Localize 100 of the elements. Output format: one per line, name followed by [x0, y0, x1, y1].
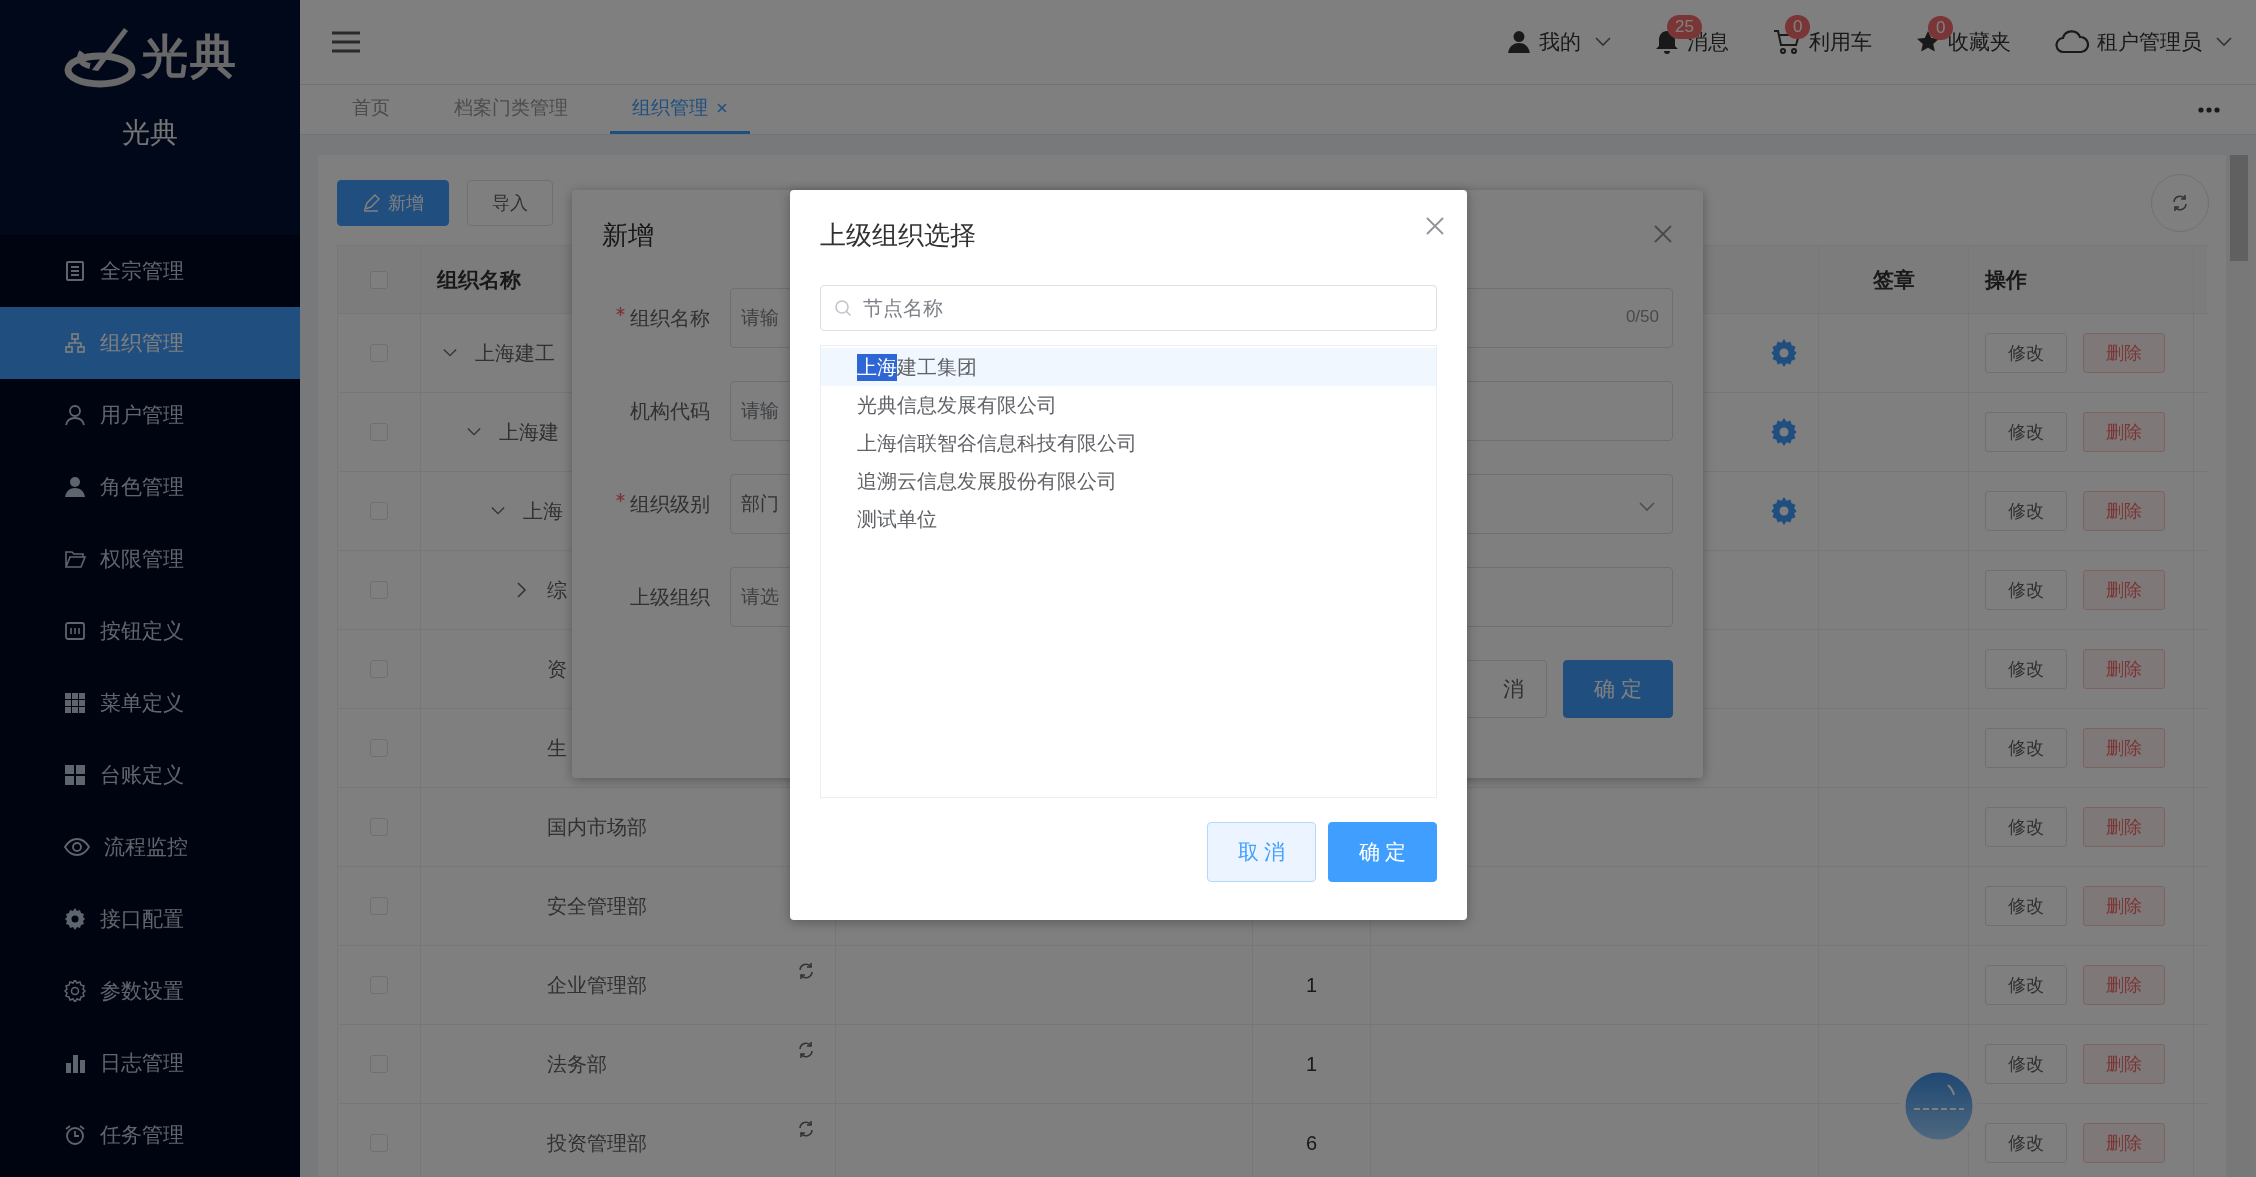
- close-icon[interactable]: [1653, 224, 1673, 244]
- gear-icon: [64, 908, 86, 930]
- field-label: 组织名称: [630, 306, 710, 329]
- tab[interactable]: 组织管理: [610, 85, 750, 134]
- alarm-clock-icon: [64, 1124, 86, 1146]
- delete-button[interactable]: 删除: [2083, 807, 2165, 847]
- table-cell-text: 企业管理部: [547, 972, 647, 998]
- refresh-icon[interactable]: [797, 1041, 815, 1059]
- delete-button[interactable]: 删除: [2083, 1044, 2165, 1084]
- menu-item[interactable]: 用户管理: [0, 379, 300, 451]
- menu-icon[interactable]: [332, 31, 360, 53]
- confirm-button[interactable]: 确 定: [1563, 660, 1673, 718]
- settings-icon: [64, 980, 86, 1002]
- more-icon[interactable]: [2198, 106, 2220, 113]
- edit-button[interactable]: 修改: [1985, 965, 2067, 1005]
- chevron-down-icon[interactable]: [1595, 37, 1611, 47]
- dialog-title: 上级组织选择: [820, 219, 976, 252]
- delete-button[interactable]: 删除: [2083, 965, 2165, 1005]
- table-cell-text: 法务部: [547, 1051, 607, 1077]
- column-header: 组织名称: [437, 266, 521, 293]
- menu-item[interactable]: 权限管理: [0, 523, 300, 595]
- edit-button[interactable]: 修改: [1985, 570, 2067, 610]
- menu-item[interactable]: 接口配置: [0, 883, 300, 955]
- chevron-right-icon[interactable]: [517, 582, 527, 598]
- tree-node[interactable]: 测试单位: [821, 500, 1436, 538]
- grid-icon: [64, 692, 86, 714]
- menu-item[interactable]: 任务管理: [0, 1099, 300, 1171]
- delete-button[interactable]: 删除: [2083, 412, 2165, 452]
- edit-button[interactable]: 修改: [1985, 807, 2067, 847]
- app-name: 光典: [122, 116, 178, 150]
- person-icon: [64, 476, 86, 498]
- chevron-down-icon[interactable]: [443, 348, 457, 358]
- chevron-down-icon[interactable]: [491, 506, 505, 516]
- tree-node[interactable]: 上海信联智谷信息科技有限公司: [821, 424, 1436, 462]
- menu-item[interactable]: 流程监控: [0, 811, 300, 883]
- edit-button[interactable]: 修改: [1985, 412, 2067, 452]
- count-badge: 0: [1785, 15, 1811, 39]
- toolbar-button[interactable]: 新增: [337, 180, 449, 226]
- edit-button[interactable]: 修改: [1985, 333, 2067, 373]
- chevron-down-icon[interactable]: [467, 427, 481, 437]
- header-link[interactable]: 我的: [1539, 28, 1581, 56]
- close-icon[interactable]: [716, 102, 728, 114]
- edit-button[interactable]: 修改: [1985, 728, 2067, 768]
- toolbar-button[interactable]: 导入: [467, 180, 553, 226]
- menu-item[interactable]: 台账定义: [0, 739, 300, 811]
- delete-button[interactable]: 删除: [2083, 649, 2165, 689]
- menu-item[interactable]: 组织管理: [0, 307, 300, 379]
- tree-node[interactable]: 光典信息发展有限公司: [821, 386, 1436, 424]
- cancel-button[interactable]: 取 消: [1207, 822, 1316, 882]
- delete-button[interactable]: 删除: [2083, 886, 2165, 926]
- edit-button[interactable]: 修改: [1985, 1044, 2067, 1084]
- field-label: 上级组织: [630, 585, 710, 608]
- chevron-down-icon[interactable]: [1639, 502, 1655, 512]
- delete-button[interactable]: 删除: [2083, 1123, 2165, 1163]
- menu-item[interactable]: 菜单定义: [0, 667, 300, 739]
- delete-button[interactable]: 删除: [2083, 491, 2165, 531]
- table-cell-text: 上海建: [499, 419, 559, 445]
- edit-button[interactable]: 修改: [1985, 649, 2067, 689]
- edit-button[interactable]: 修改: [1985, 491, 2067, 531]
- chevron-down-icon[interactable]: [2216, 37, 2232, 47]
- cloud-icon[interactable]: [2055, 30, 2089, 54]
- menu-item[interactable]: 角色管理: [0, 451, 300, 523]
- menu-item[interactable]: 日志管理: [0, 1027, 300, 1099]
- delete-button[interactable]: 删除: [2083, 570, 2165, 610]
- table-cell: 1: [1305, 1052, 1318, 1076]
- dialog-title: 新增: [602, 219, 654, 252]
- table-cell: 1: [1305, 973, 1318, 997]
- required-icon: [616, 492, 625, 502]
- org-chart-icon: [64, 332, 86, 354]
- edit-button[interactable]: 修改: [1985, 886, 2067, 926]
- menu-item[interactable]: 全宗管理: [0, 235, 300, 307]
- refresh-icon[interactable]: [797, 962, 815, 980]
- person-icon[interactable]: [1507, 30, 1531, 54]
- tree-node[interactable]: 追溯云信息发展股份有限公司: [821, 462, 1436, 500]
- header-link[interactable]: 利用车: [1809, 28, 1872, 56]
- tiles-icon: [64, 764, 86, 786]
- bar-chart-icon: [64, 1052, 86, 1074]
- close-icon[interactable]: [1425, 216, 1445, 236]
- folder-icon: [64, 548, 86, 570]
- tree-node[interactable]: 上海建工集团: [821, 348, 1436, 386]
- delete-button[interactable]: 删除: [2083, 728, 2165, 768]
- eye-icon: [64, 836, 90, 858]
- delete-button[interactable]: 删除: [2083, 333, 2165, 373]
- search-field[interactable]: 节点名称: [820, 285, 1437, 331]
- table-cell: 6: [1305, 1131, 1318, 1155]
- refresh-icon[interactable]: [797, 1120, 815, 1138]
- table-cell-text: 资: [547, 656, 567, 682]
- menu-item[interactable]: 参数设置: [0, 955, 300, 1027]
- menu-item[interactable]: 按钮定义: [0, 595, 300, 667]
- confirm-button[interactable]: 确 定: [1328, 822, 1437, 882]
- header-link[interactable]: 租户管理员: [2097, 28, 2202, 56]
- table-cell-text: 上海: [523, 498, 563, 524]
- gear-icon[interactable]: [1770, 339, 1798, 367]
- gear-icon[interactable]: [1770, 418, 1798, 446]
- gear-icon[interactable]: [1770, 497, 1798, 525]
- table-cell-text: 投资管理部: [547, 1130, 647, 1156]
- edit-button[interactable]: 修改: [1985, 1123, 2067, 1163]
- field-label: 组织级别: [630, 492, 710, 515]
- logo-text: 光典: [142, 29, 238, 84]
- table-cell-text: 上海建工: [475, 340, 555, 366]
